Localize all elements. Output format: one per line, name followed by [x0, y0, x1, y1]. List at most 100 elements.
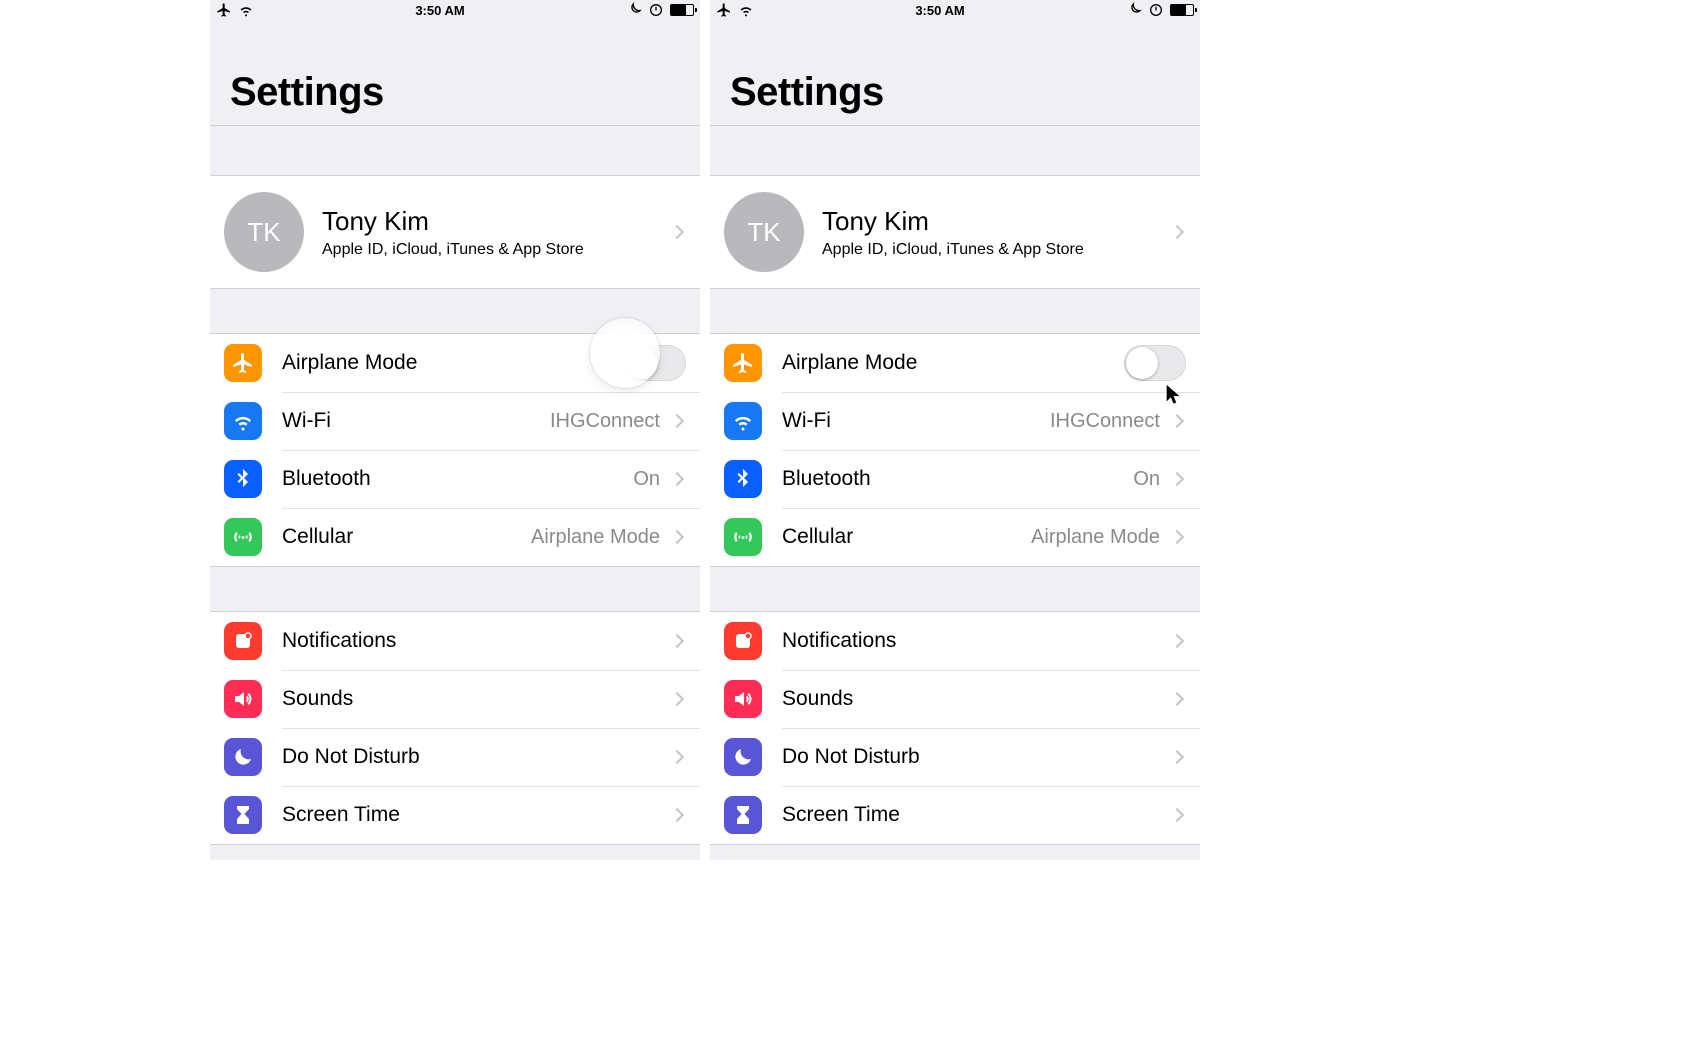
cellular-icon	[724, 518, 762, 556]
profile-subtitle: Apple ID, iCloud, iTunes & App Store	[322, 241, 654, 259]
row-screen-time[interactable]: Screen Time	[710, 786, 1200, 844]
row-label: Sounds	[782, 687, 853, 711]
profile-subtitle: Apple ID, iCloud, iTunes & App Store	[822, 241, 1154, 259]
row-screen-time[interactable]: Screen Time	[210, 786, 700, 844]
chevron-right-icon	[1170, 472, 1184, 486]
row-label: Notifications	[782, 629, 896, 653]
row-label: Airplane Mode	[782, 351, 917, 375]
row-value: IHGConnect	[1050, 410, 1160, 433]
moon-status-icon	[1126, 2, 1142, 18]
section-spacer	[710, 567, 1200, 611]
row-label: Wi-Fi	[282, 409, 331, 433]
row-label: Bluetooth	[782, 467, 871, 491]
row-label: Wi-Fi	[782, 409, 831, 433]
status-time: 3:50 AM	[754, 3, 1126, 18]
sounds-icon	[224, 680, 262, 718]
moon-status-icon	[626, 2, 642, 18]
row-bluetooth[interactable]: Bluetooth On	[210, 450, 700, 508]
row-notifications[interactable]: Notifications	[710, 612, 1200, 670]
row-value: On	[1133, 468, 1160, 491]
chevron-right-icon	[1170, 414, 1184, 428]
row-value: IHGConnect	[550, 410, 660, 433]
sounds-icon	[724, 680, 762, 718]
section-spacer	[210, 845, 700, 860]
page-title: Settings	[230, 70, 680, 115]
chevron-right-icon	[1170, 808, 1184, 822]
row-sounds[interactable]: Sounds	[710, 670, 1200, 728]
row-wifi[interactable]: Wi-Fi IHGConnect	[210, 392, 700, 450]
airplane-status-icon	[716, 2, 732, 18]
page-title: Settings	[730, 70, 1180, 115]
chevron-right-icon	[670, 634, 684, 648]
row-airplane-mode[interactable]: Airplane Mode	[710, 334, 1200, 392]
section-spacer	[710, 125, 1200, 175]
row-sounds[interactable]: Sounds	[210, 670, 700, 728]
row-label: Do Not Disturb	[282, 745, 420, 769]
page-title-area: Settings	[710, 20, 1200, 125]
row-notifications[interactable]: Notifications	[210, 612, 700, 670]
row-do-not-disturb[interactable]: Do Not Disturb	[710, 728, 1200, 786]
lock-rotation-icon	[1148, 2, 1164, 18]
phone-left: 3:50 AM Settings TK Tony Kim Apple I	[210, 0, 700, 860]
section-spacer	[210, 567, 700, 611]
chevron-right-icon	[1170, 750, 1184, 764]
wifi-status-icon	[238, 2, 254, 18]
chevron-right-icon	[670, 750, 684, 764]
status-bar: 3:50 AM	[710, 0, 1200, 20]
chevron-right-icon	[1170, 634, 1184, 648]
lock-rotation-icon	[648, 2, 664, 18]
row-label: Airplane Mode	[282, 351, 417, 375]
row-label: Screen Time	[282, 803, 400, 827]
moon-icon	[224, 738, 262, 776]
row-wifi[interactable]: Wi-Fi IHGConnect	[710, 392, 1200, 450]
profile-row[interactable]: TK Tony Kim Apple ID, iCloud, iTunes & A…	[210, 176, 700, 288]
row-label: Screen Time	[782, 803, 900, 827]
row-label: Sounds	[282, 687, 353, 711]
notifications-icon	[224, 622, 262, 660]
status-time: 3:50 AM	[254, 3, 626, 18]
section-spacer	[710, 289, 1200, 333]
row-label: Do Not Disturb	[782, 745, 920, 769]
assistive-touch-button[interactable]	[590, 318, 660, 388]
row-cellular[interactable]: Cellular Airplane Mode	[710, 508, 1200, 566]
avatar: TK	[724, 192, 804, 272]
chevron-right-icon	[670, 692, 684, 706]
chevron-right-icon	[670, 530, 684, 544]
profile-name: Tony Kim	[822, 206, 1154, 237]
battery-icon	[1170, 4, 1194, 16]
chevron-right-icon	[670, 414, 684, 428]
phone-right: 3:50 AM Settings TK Tony Kim Apple ID, i…	[710, 0, 1200, 860]
chevron-right-icon	[1170, 225, 1184, 239]
airplane-toggle[interactable]	[1124, 345, 1186, 381]
hourglass-icon	[224, 796, 262, 834]
row-value: Airplane Mode	[1031, 526, 1160, 549]
status-bar: 3:50 AM	[210, 0, 700, 20]
section-spacer	[210, 125, 700, 175]
cellular-icon	[224, 518, 262, 556]
chevron-right-icon	[670, 225, 684, 239]
hourglass-icon	[724, 796, 762, 834]
row-cellular[interactable]: Cellular Airplane Mode	[210, 508, 700, 566]
row-bluetooth[interactable]: Bluetooth On	[710, 450, 1200, 508]
row-do-not-disturb[interactable]: Do Not Disturb	[210, 728, 700, 786]
wifi-status-icon	[738, 2, 754, 18]
battery-icon	[670, 4, 694, 16]
row-label: Bluetooth	[282, 467, 371, 491]
row-label: Cellular	[782, 525, 853, 549]
bluetooth-icon	[224, 460, 262, 498]
moon-icon	[724, 738, 762, 776]
bluetooth-icon	[724, 460, 762, 498]
row-label: Notifications	[282, 629, 396, 653]
profile-name: Tony Kim	[322, 206, 654, 237]
airplane-status-icon	[216, 2, 232, 18]
chevron-right-icon	[1170, 530, 1184, 544]
page-title-area: Settings	[210, 20, 700, 125]
avatar: TK	[224, 192, 304, 272]
section-spacer	[710, 845, 1200, 860]
row-value: Airplane Mode	[531, 526, 660, 549]
notifications-icon	[724, 622, 762, 660]
profile-row[interactable]: TK Tony Kim Apple ID, iCloud, iTunes & A…	[710, 176, 1200, 288]
row-label: Cellular	[282, 525, 353, 549]
chevron-right-icon	[1170, 692, 1184, 706]
chevron-right-icon	[670, 808, 684, 822]
